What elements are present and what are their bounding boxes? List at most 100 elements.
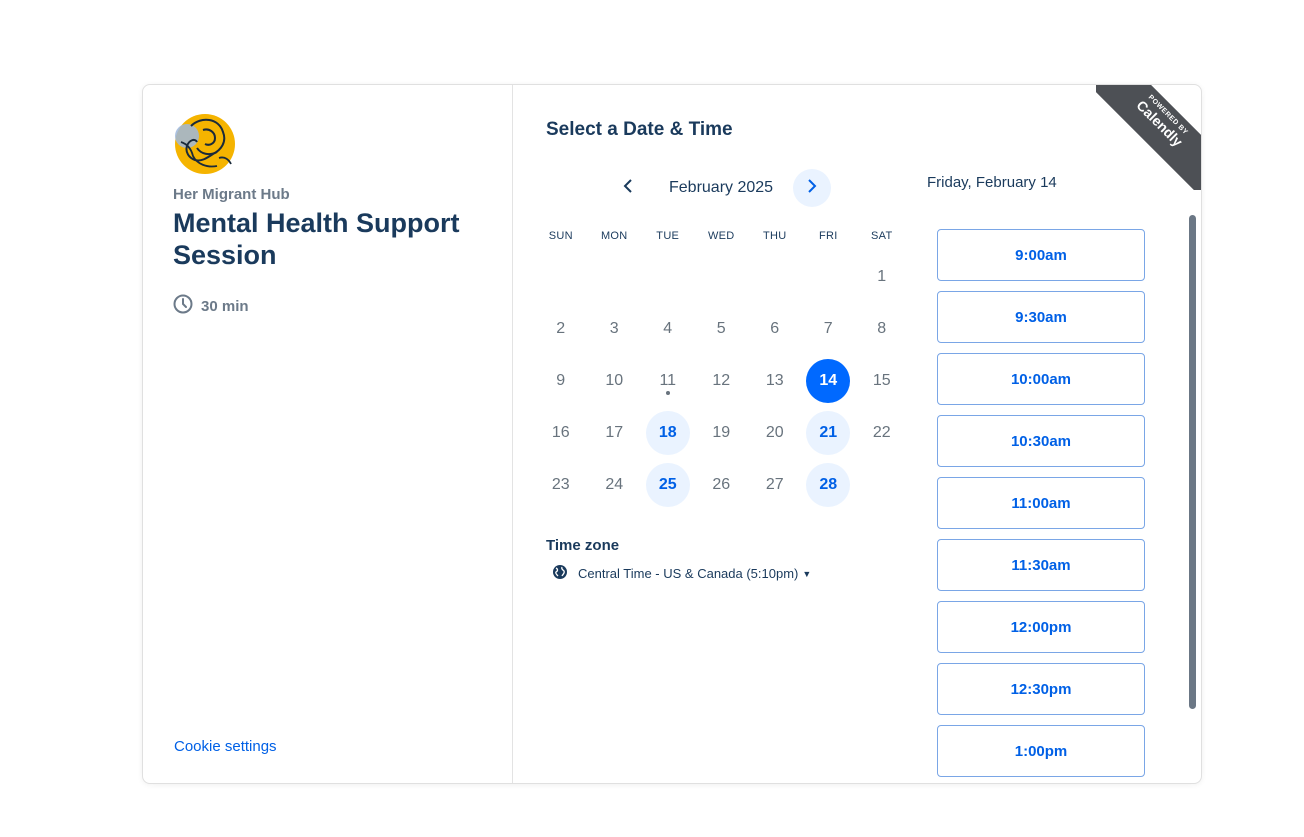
day-label: 7 bbox=[823, 320, 833, 337]
booking-card: Her Migrant Hub Mental Health Support Se… bbox=[142, 84, 1202, 784]
day-label: 20 bbox=[765, 424, 784, 441]
month-label: February 2025 bbox=[669, 179, 774, 196]
day-label: 6 bbox=[770, 320, 780, 337]
day-cell: 20 bbox=[748, 407, 802, 459]
day-number: 9 bbox=[539, 359, 583, 403]
page-title: Select a Date & Time bbox=[546, 119, 733, 140]
previous-month-button[interactable] bbox=[609, 169, 647, 207]
weekday-label: WED bbox=[707, 230, 735, 242]
day-cell: 10 bbox=[588, 355, 642, 407]
weekday-label: TUE bbox=[656, 230, 680, 242]
chevron-right-icon bbox=[806, 178, 818, 199]
day-label: 26 bbox=[712, 476, 731, 493]
day-label: 13 bbox=[765, 372, 784, 389]
day-cell: 12 bbox=[695, 355, 749, 407]
time-slot-scrollbar[interactable] bbox=[1189, 215, 1196, 709]
day-number: 3 bbox=[592, 307, 636, 351]
day-cell: 19 bbox=[695, 407, 749, 459]
time-slot-button[interactable]: 10:00am bbox=[937, 353, 1145, 405]
day-number: 20 bbox=[753, 411, 797, 455]
weekday-label: MON bbox=[600, 230, 628, 242]
empty-day-cell bbox=[588, 251, 642, 303]
day-number: 23 bbox=[539, 463, 583, 507]
weekday-label: THU bbox=[762, 230, 787, 242]
day-cell: 8 bbox=[855, 303, 909, 355]
event-details-panel: Her Migrant Hub Mental Health Support Se… bbox=[143, 85, 513, 783]
day-label: 18 bbox=[658, 424, 677, 441]
weekday-label: FRI bbox=[818, 230, 838, 242]
timezone-select[interactable]: Central Time - US & Canada (5:10pm) ▼ bbox=[552, 564, 811, 583]
time-slot-button[interactable]: 12:00pm bbox=[937, 601, 1145, 653]
day-cell: 1 bbox=[855, 251, 909, 303]
day-label: 28 bbox=[819, 476, 838, 493]
day-number: 16 bbox=[539, 411, 583, 455]
day-number: 4 bbox=[646, 307, 690, 351]
available-day-button[interactable]: 28 bbox=[806, 463, 851, 507]
duration-label: 30 min bbox=[201, 297, 249, 315]
day-cell: 2 bbox=[534, 303, 588, 355]
day-label: 10 bbox=[605, 372, 624, 389]
day-cell: 7 bbox=[802, 303, 856, 355]
day-label: 12 bbox=[712, 372, 731, 389]
time-slot-button[interactable]: 10:30am bbox=[937, 415, 1145, 467]
day-number: 8 bbox=[860, 307, 904, 351]
day-label: 11 bbox=[659, 372, 677, 389]
day-number: 7 bbox=[806, 307, 850, 351]
time-slot-list: 9:00am 9:30am 10:00am 10:30am 11:00am 11:30am… bbox=[937, 229, 1145, 783]
day-label: 23 bbox=[551, 476, 570, 493]
event-title: Mental Health Support Session bbox=[173, 208, 460, 270]
day-cell: 18 bbox=[641, 407, 695, 459]
day-number: 24 bbox=[592, 463, 636, 507]
day-label: 19 bbox=[712, 424, 731, 441]
time-slot-button[interactable]: 11:30am bbox=[937, 539, 1145, 591]
clock-icon bbox=[173, 294, 193, 318]
organization-logo bbox=[173, 112, 237, 176]
day-cell: 4 bbox=[641, 303, 695, 355]
day-label: 21 bbox=[819, 424, 838, 441]
time-slot-button[interactable]: 1:00pm bbox=[937, 725, 1145, 777]
day-cell: 9 bbox=[534, 355, 588, 407]
day-number: 26 bbox=[699, 463, 743, 507]
time-slot-button[interactable]: 11:00am bbox=[937, 477, 1145, 529]
timezone-title: Time zone bbox=[546, 537, 620, 554]
calendar-grid: 1 2 3 4 5 6 7 8 9 10 11 12 13 14 15 16 17 18 19 20 21 22 23 24 2… bbox=[534, 251, 909, 511]
time-slot-button[interactable]: 9:30am bbox=[937, 291, 1145, 343]
available-day-button[interactable]: 21 bbox=[806, 411, 851, 455]
day-label: 9 bbox=[556, 372, 566, 389]
day-label: 24 bbox=[605, 476, 624, 493]
time-slot-button[interactable]: 9:00am bbox=[937, 229, 1145, 281]
weekday-label: SUN bbox=[548, 230, 573, 242]
day-cell: 5 bbox=[695, 303, 749, 355]
today-indicator-dot bbox=[665, 391, 670, 395]
day-number: 12 bbox=[699, 359, 743, 403]
next-month-button[interactable] bbox=[793, 169, 831, 207]
selected-date-label: Friday, February 14 bbox=[927, 174, 1057, 191]
day-number: 10 bbox=[592, 359, 636, 403]
ribbon-small-text: POWERED BY bbox=[1146, 94, 1189, 137]
day-number: 2 bbox=[539, 307, 583, 351]
event-duration: 30 min bbox=[173, 294, 249, 318]
day-number: 15 bbox=[860, 359, 904, 403]
day-label: 15 bbox=[872, 372, 891, 389]
day-cell: 3 bbox=[588, 303, 642, 355]
day-cell: 28 bbox=[802, 459, 856, 511]
day-cell: 16 bbox=[534, 407, 588, 459]
empty-day-cell bbox=[534, 251, 588, 303]
day-cell: 21 bbox=[802, 407, 856, 459]
day-number: 22 bbox=[860, 411, 904, 455]
cookie-settings-link[interactable]: Cookie settings bbox=[174, 738, 277, 755]
available-day-button[interactable]: 25 bbox=[645, 463, 690, 507]
day-cell: 25 bbox=[641, 459, 695, 511]
day-label: 14 bbox=[819, 372, 838, 389]
day-cell: 17 bbox=[588, 407, 642, 459]
day-cell: 14 bbox=[802, 355, 856, 407]
selected-day-button[interactable]: 14 bbox=[806, 359, 851, 403]
day-label: 5 bbox=[716, 320, 726, 337]
time-slot-button[interactable]: 12:30pm bbox=[937, 663, 1145, 715]
timezone-value: Central Time - US & Canada (5:10pm) bbox=[578, 566, 799, 581]
day-label: 17 bbox=[605, 424, 624, 441]
powered-by-calendly-badge[interactable]: POWERED BY Calendly bbox=[1096, 85, 1201, 190]
day-cell: 27 bbox=[748, 459, 802, 511]
available-day-button[interactable]: 18 bbox=[645, 411, 690, 455]
globe-icon bbox=[552, 564, 568, 583]
